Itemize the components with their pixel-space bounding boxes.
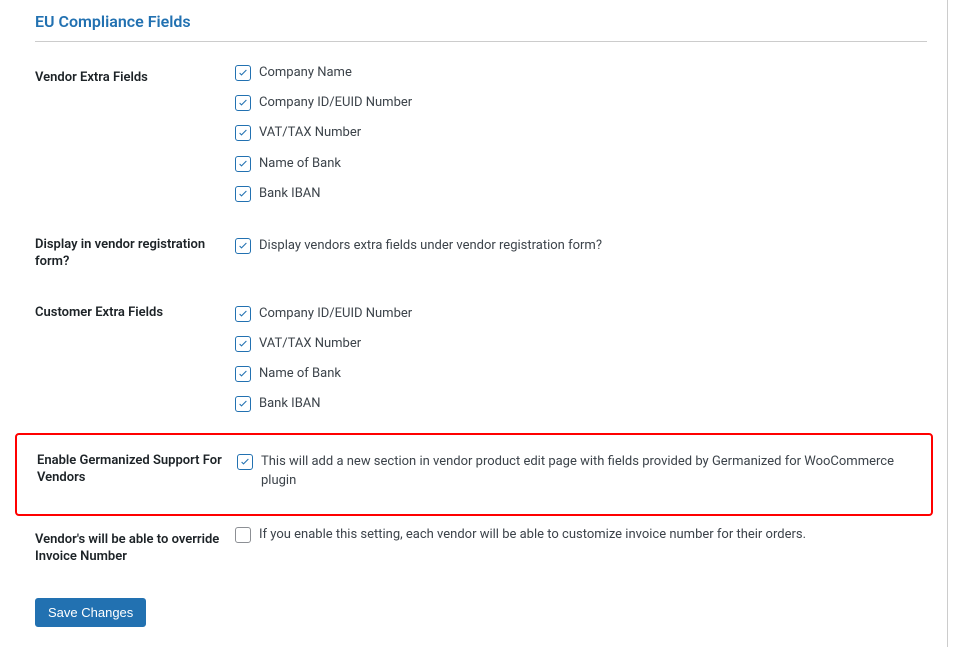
vendor-extra-fields-label: Vendor Extra Fields [35, 60, 235, 213]
germanized-label: Enable Germanized Support For Vendors [37, 443, 237, 499]
checkbox-label: If you enable this setting, each vendor … [259, 526, 917, 544]
checkbox-label: This will add a new section in vendor pr… [261, 453, 915, 489]
checkbox-display-reg[interactable] [235, 238, 251, 254]
checkbox-cust-vat[interactable] [235, 336, 251, 352]
checkbox-override-invoice[interactable] [235, 527, 251, 543]
save-changes-button[interactable]: Save Changes [35, 598, 146, 627]
checkbox-cust-company-id[interactable] [235, 306, 251, 322]
checkbox-germanized[interactable] [237, 454, 253, 470]
checkbox-company-name[interactable] [235, 65, 251, 81]
checkbox-label: Name of Bank [259, 365, 341, 383]
checkbox-cust-iban[interactable] [235, 396, 251, 412]
checkbox-label: VAT/TAX Number [259, 124, 361, 142]
checkbox-label: Company ID/EUID Number [259, 94, 412, 112]
checkbox-bank-iban[interactable] [235, 186, 251, 202]
checkbox-name-of-bank[interactable] [235, 156, 251, 172]
checkbox-label: VAT/TAX Number [259, 335, 361, 353]
checkbox-company-id[interactable] [235, 95, 251, 111]
section-title: EU Compliance Fields [35, 12, 927, 31]
customer-extra-fields-label: Customer Extra Fields [35, 281, 235, 424]
checkbox-label: Name of Bank [259, 155, 341, 173]
checkbox-label: Display vendors extra fields under vendo… [259, 237, 602, 255]
checkbox-vat-number[interactable] [235, 125, 251, 141]
checkbox-cust-bank-name[interactable] [235, 366, 251, 382]
override-invoice-label: Vendor's will be able to override Invoic… [35, 522, 235, 576]
checkbox-label: Company ID/EUID Number [259, 305, 412, 323]
checkbox-label: Company Name [259, 64, 352, 82]
checkbox-label: Bank IBAN [259, 395, 321, 413]
section-divider [35, 41, 927, 42]
display-in-reg-label: Display in vendor registration form? [35, 213, 235, 281]
highlight-box-germanized: Enable Germanized Support For Vendors Th… [15, 433, 933, 515]
checkbox-label: Bank IBAN [259, 185, 321, 203]
